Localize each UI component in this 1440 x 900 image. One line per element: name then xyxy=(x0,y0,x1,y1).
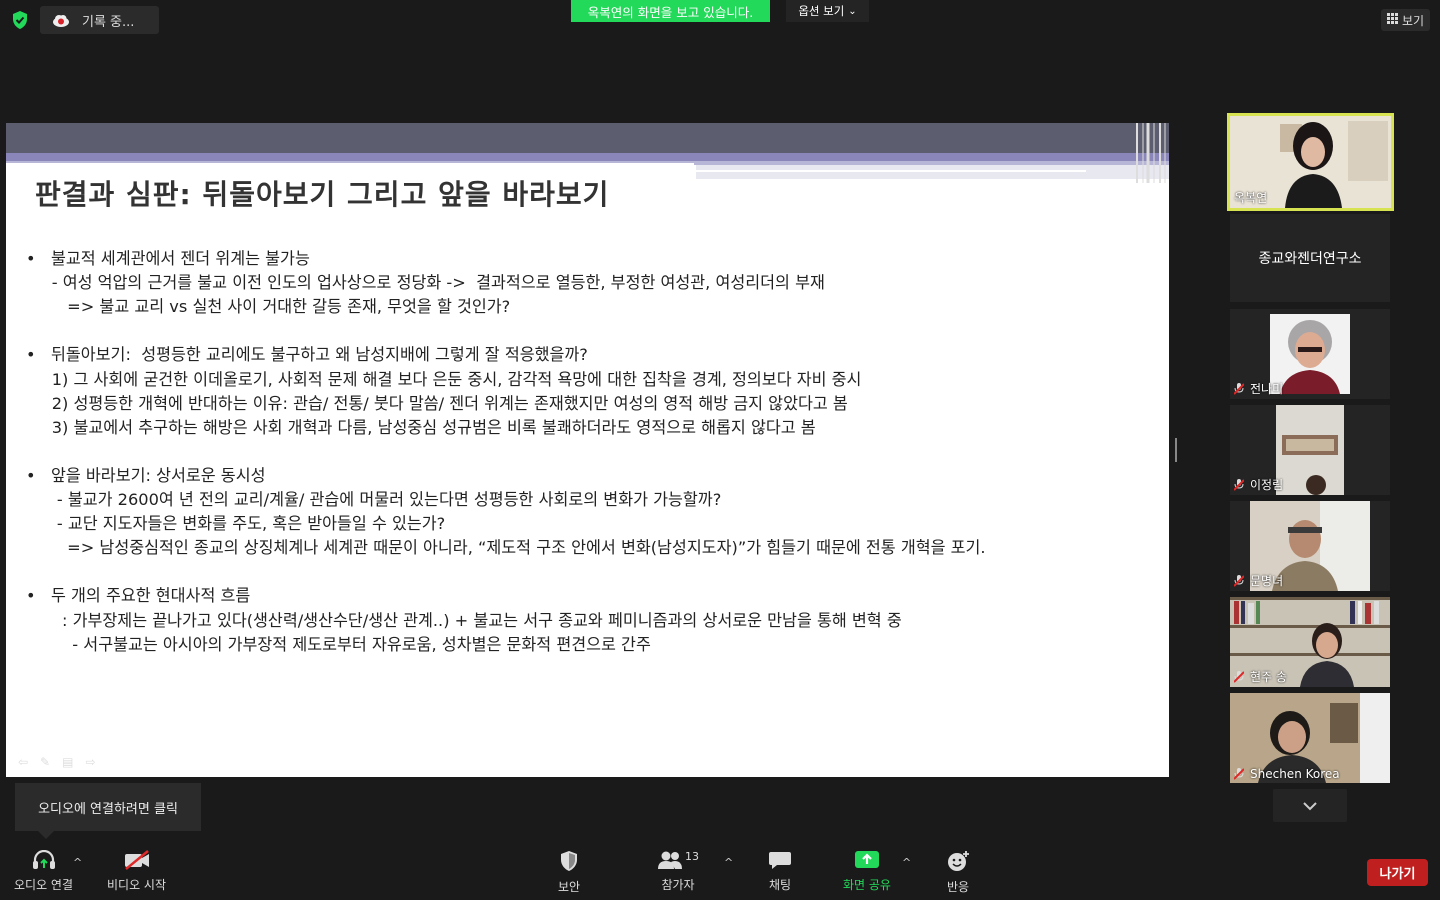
slide-spacer xyxy=(26,320,986,344)
mic-muted-icon xyxy=(1233,670,1245,683)
start-video-button[interactable]: 비디오 시작 xyxy=(107,850,166,893)
view-button[interactable]: 보기 xyxy=(1381,9,1430,31)
top-bar: 기록 중... 옥복연의 화면을 보고 있습니다. 옵션 보기 ⌄ 보기 xyxy=(0,0,1440,40)
participant-name-label: 현주 송 xyxy=(1233,668,1287,685)
slide-header-tab xyxy=(696,165,1169,179)
headphones-icon xyxy=(32,850,55,869)
shared-screen-slide: 판결과 심판: 뒤돌아보기 그리고 앞을 바라보기 • 불교적 세계관에서 젠더… xyxy=(6,123,1169,777)
splitter-handle[interactable] xyxy=(1175,438,1177,462)
share-options-caret[interactable]: ^ xyxy=(902,856,911,869)
slide-subline: => 남성중심적인 종교의 상징체계나 세계관 때문이 아니라, “제도적 구조… xyxy=(26,538,986,558)
slide-body: • 불교적 세계관에서 젠더 위계는 불가능 - 여성 억압의 근거를 불교 이… xyxy=(26,247,986,657)
video-tile-active-speaker[interactable]: 옥복연 xyxy=(1227,113,1394,211)
audio-tooltip: 오디오에 연결하려면 클릭 xyxy=(15,783,201,839)
slide-title: 판결과 심판: 뒤돌아보기 그리고 앞을 바라보기 xyxy=(35,178,610,211)
chat-button[interactable]: 채팅 xyxy=(768,850,792,893)
slide-subline: - 여성 억압의 근거를 불교 이전 인도의 업사상으로 정당화 -> 결과적으… xyxy=(26,273,825,293)
chat-bubble-icon xyxy=(769,852,791,869)
slide-bullet: • 앞을 바라보기: 상서로운 동시성 xyxy=(26,465,266,485)
participant-name-label: 옥복연 xyxy=(1234,191,1268,205)
participants-options-caret[interactable]: ^ xyxy=(724,856,733,869)
participant-name-label: Shechen Korea xyxy=(1233,767,1340,781)
leave-meeting-button[interactable]: 나가기 xyxy=(1367,859,1428,886)
share-screen-icon xyxy=(854,851,879,868)
slide-spacer xyxy=(26,561,986,585)
slide-header-stripe xyxy=(6,153,1169,161)
video-tile-participant[interactable]: 문명녀 xyxy=(1230,501,1390,591)
meeting-toolbar: 오디오 연결 ^ 비디오 시작 보안 13 참가자 ^ 채팅 화면 공유 ^ 반… xyxy=(0,840,1440,900)
shield-icon xyxy=(561,851,578,871)
slide-subline: - 교단 지도자들은 변화를 주도, 혹은 받아들일 수 있는가? xyxy=(26,514,446,534)
slide-bullet: • 불교적 세계관에서 젠더 위계는 불가능 xyxy=(26,249,310,268)
recording-label: 기록 중... xyxy=(82,14,135,30)
share-banner: 옥복연의 화면을 보고 있습니다. xyxy=(571,0,770,22)
participant-name-label: 문명녀 xyxy=(1233,572,1283,589)
slide-bullet: • 두 개의 주요한 현대사적 흐름 xyxy=(26,586,251,606)
slide-header-line xyxy=(696,170,1086,172)
participants-button[interactable]: 13 참가자 xyxy=(657,850,699,893)
audio-options-caret[interactable]: ^ xyxy=(73,856,82,869)
slide-subline: - 서구불교는 아시아의 가부장적 제도로부터 자유로움, 성차별은 문화적 편… xyxy=(26,634,651,654)
slide-subline: - 불교가 2600여 년 전의 교리/계율/ 관습에 머물러 있는다면 성평등… xyxy=(26,490,722,510)
mic-muted-icon xyxy=(1233,574,1245,587)
mic-muted-icon xyxy=(1233,768,1245,780)
slide-header-band xyxy=(6,123,1169,153)
slide-subline: => 불교 교리 vs 실천 사이 거대한 갈등 존재, 무엇을 할 것인가? xyxy=(26,297,511,317)
slide-subline: 3) 불교에서 추구하는 해방은 사회 개혁과 다름, 남성중심 성규범은 비록… xyxy=(26,417,816,437)
view-options-button[interactable]: 옵션 보기 ⌄ xyxy=(786,0,869,22)
recording-indicator[interactable]: 기록 중... xyxy=(40,6,159,34)
audio-connect-button[interactable]: 오디오 연결 xyxy=(14,850,73,893)
slide-subline: : 가부장제는 끝나가고 있다(생산력/생산수단/생산 관계..) + 불교는 … xyxy=(26,610,902,630)
shield-check-icon[interactable] xyxy=(10,10,30,30)
slide-nav-controls[interactable]: ⇦✎▤⇨ xyxy=(18,755,108,769)
reactions-button[interactable]: 반응 xyxy=(946,850,970,895)
participant-name-label: 이정림 xyxy=(1233,476,1283,493)
video-tile-participant[interactable]: 전나미 xyxy=(1230,309,1390,399)
chevron-down-icon xyxy=(1303,801,1317,810)
slide-bullet: • 뒤돌아보기: 성평등한 교리에도 불구하고 왜 남성지배에 그렇게 잘 적응… xyxy=(26,345,588,365)
mic-muted-icon xyxy=(1233,382,1245,395)
video-tile-org[interactable]: 종교와젠더연구소 xyxy=(1230,214,1390,302)
chevron-down-icon: ⌄ xyxy=(848,5,857,17)
video-off-icon xyxy=(124,850,149,870)
slide-spacer xyxy=(26,440,986,464)
slide-subline: 1) 그 사회에 굳건한 이데올로기, 사회적 문제 해결 보다 은둔 중시, … xyxy=(26,369,862,389)
video-tile-participant[interactable]: 이정림 xyxy=(1230,405,1390,495)
grid-icon xyxy=(1386,13,1398,27)
video-tile-participant[interactable]: 현주 송 xyxy=(1230,597,1390,687)
participant-name-label: 종교와젠더연구소 xyxy=(1258,251,1362,267)
slide-subline: 2) 성평등한 개혁에 반대하는 이유: 관습/ 전통/ 붓다 말씀/ 젠더 위… xyxy=(26,393,848,413)
security-button[interactable]: 보안 xyxy=(558,850,580,895)
share-screen-button[interactable]: 화면 공유 xyxy=(843,850,891,893)
participants-icon xyxy=(658,851,682,869)
cloud-record-icon xyxy=(52,14,69,27)
emoji-add-icon xyxy=(948,851,969,871)
participant-name-label: 전나미 xyxy=(1233,380,1283,397)
participant-count: 13 xyxy=(685,850,699,863)
mic-muted-icon xyxy=(1233,478,1245,491)
video-tile-participant[interactable]: Shechen Korea xyxy=(1230,693,1390,783)
slide-decor-stripes xyxy=(1136,123,1166,183)
scroll-participants-down-button[interactable] xyxy=(1273,789,1347,822)
participant-video xyxy=(1276,405,1344,495)
